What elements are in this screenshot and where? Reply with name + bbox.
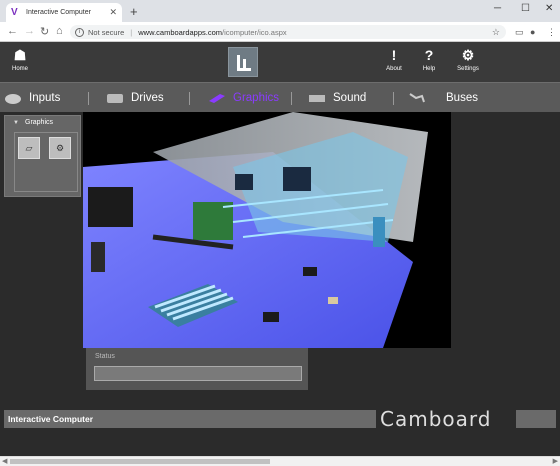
exclamation-icon: ! <box>391 47 397 63</box>
question-icon: ? <box>424 47 434 63</box>
cable-icon <box>409 93 425 103</box>
minimize-icon[interactable]: ─ <box>494 3 501 14</box>
url-path: /icomputer/ico.aspx <box>222 27 287 37</box>
help-button[interactable]: ? Help <box>415 45 443 73</box>
cpu-socket <box>88 187 133 227</box>
pcb-card <box>193 202 233 240</box>
nav-graphics[interactable]: Graphics <box>208 83 279 113</box>
forward-icon[interactable]: → <box>24 25 35 37</box>
favicon-icon: V <box>11 6 18 18</box>
home-icon: ☗ <box>13 47 27 63</box>
address-separator: | <box>130 27 133 37</box>
scroll-right-icon[interactable]: ▶ <box>553 457 558 465</box>
nav-sound-label: Sound <box>333 92 367 104</box>
capacitor-bank <box>91 242 105 272</box>
connector <box>373 217 385 247</box>
heatsink-thumbnail[interactable]: ⚙ <box>49 137 71 159</box>
gpu-chip <box>283 167 311 191</box>
browser-tab-bar: V Interactive Computer ✕ + ─ ☐ ✕ <box>0 0 560 22</box>
graphics-card-icon <box>209 94 225 103</box>
account-icon[interactable]: ● <box>530 27 535 37</box>
url-host: www.camboardapps.com <box>138 27 223 37</box>
mouse-icon <box>5 94 21 104</box>
settings-label: Settings <box>457 66 479 72</box>
new-tab-button[interactable]: + <box>130 4 138 19</box>
chip <box>303 267 317 276</box>
status-field <box>94 366 302 381</box>
nav-divider <box>291 92 292 105</box>
home-button[interactable]: ☗ Home <box>6 45 34 73</box>
menu-icon[interactable]: ⋮ <box>547 27 556 38</box>
nav-drives[interactable]: Drives <box>106 83 164 113</box>
status-label: Status <box>95 353 115 360</box>
motherboard-render <box>83 112 428 348</box>
nav-graphics-label: Graphics <box>233 92 280 104</box>
camboard-logo[interactable]: Camboard <box>380 408 512 430</box>
status-panel: Status <box>86 348 308 390</box>
component <box>328 297 338 304</box>
security-label: Not secure <box>88 27 125 37</box>
close-tab-icon[interactable]: ✕ <box>109 7 117 18</box>
nav-divider <box>88 92 89 105</box>
drive-icon <box>107 94 123 103</box>
nav-sound[interactable]: Sound <box>308 83 366 113</box>
browser-tab[interactable]: V Interactive Computer ✕ <box>6 3 122 22</box>
settings-button[interactable]: ⚙ Settings <box>454 45 482 73</box>
horizontal-scrollbar[interactable]: ◀ ▶ <box>0 456 560 466</box>
collapse-caret-icon[interactable]: ▼ <box>13 120 19 126</box>
info-icon[interactable]: i <box>75 27 84 37</box>
nav-buses[interactable]: Buses <box>408 83 478 113</box>
memory-chip <box>235 174 253 190</box>
footer-bar <box>516 410 556 428</box>
chip <box>263 312 279 322</box>
maximize-icon[interactable]: ☐ <box>521 3 530 14</box>
section-nav: Inputs Drives Graphics Sound Buses <box>0 82 560 112</box>
scroll-left-icon[interactable]: ◀ <box>2 457 7 465</box>
home-icon[interactable]: ⌂ <box>56 25 63 37</box>
bookmark-star-icon[interactable]: ☆ <box>492 27 500 38</box>
nav-inputs-label: Inputs <box>29 92 61 104</box>
home-label: Home <box>11 66 28 72</box>
app-logo <box>228 47 258 77</box>
graphics-panel: ▼ Graphics ▱ ⚙ <box>4 115 81 197</box>
sound-card-icon <box>309 95 325 102</box>
gear-icon: ⚙ <box>461 47 475 63</box>
cast-icon[interactable]: ▭ <box>515 27 524 38</box>
close-window-icon[interactable]: ✕ <box>545 3 553 14</box>
nav-divider <box>393 92 394 105</box>
address-bar[interactable]: i Not secure | www.camboardapps.com/icom… <box>70 25 506 39</box>
reload-icon[interactable]: ↻ <box>40 25 49 38</box>
nav-buses-label: Buses <box>446 92 478 104</box>
nav-divider <box>189 92 190 105</box>
nav-inputs[interactable]: Inputs <box>4 83 60 113</box>
tab-title: Interactive Computer <box>26 9 91 16</box>
motherboard-3d-view[interactable] <box>83 112 451 348</box>
help-label: Help <box>422 66 436 72</box>
scrollbar-thumb[interactable] <box>10 459 270 464</box>
browser-toolbar: ← → ↻ ⌂ i Not secure | www.camboardapps.… <box>0 22 560 42</box>
about-label: About <box>386 66 402 72</box>
nav-drives-label: Drives <box>131 92 164 104</box>
about-button[interactable]: ! About <box>380 45 408 73</box>
footer-title: Interactive Computer <box>4 410 376 428</box>
back-icon[interactable]: ← <box>7 25 18 37</box>
app-header: ☗ Home ! About ? Help ⚙ Settings <box>0 42 560 82</box>
graphics-card-thumbnail[interactable]: ▱ <box>18 137 40 159</box>
